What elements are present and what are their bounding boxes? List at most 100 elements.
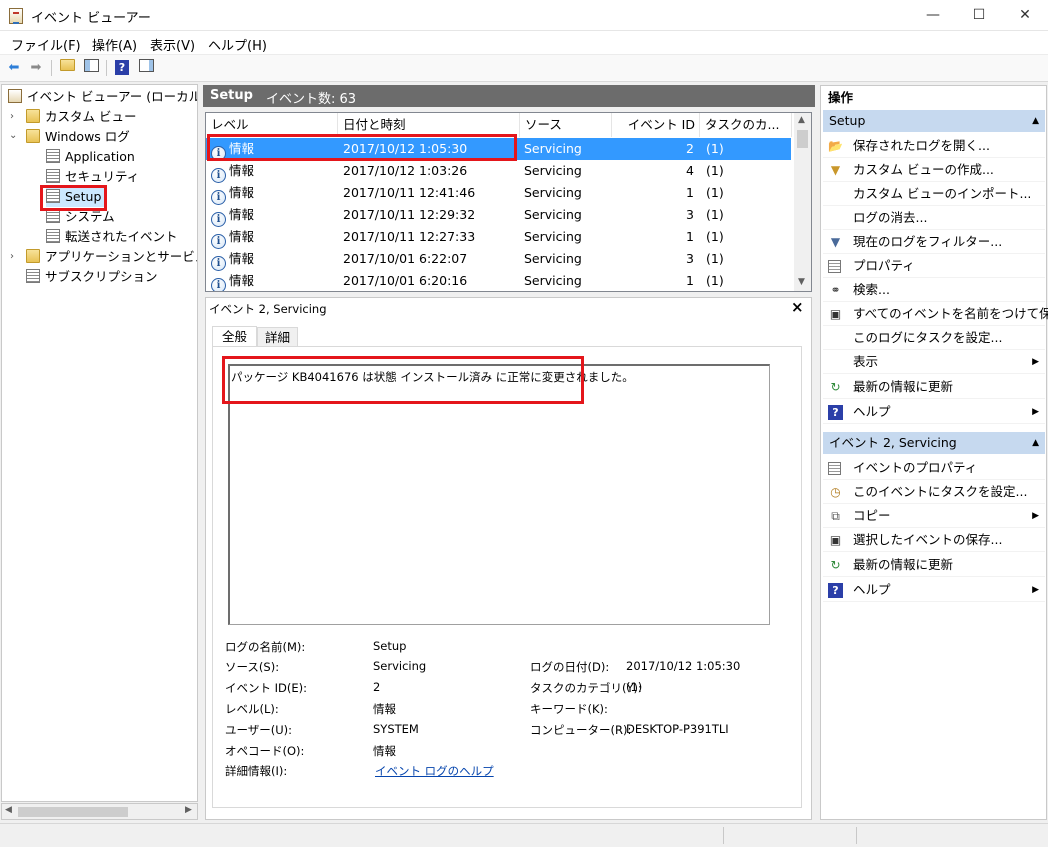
column-header-level[interactable]: レベル bbox=[206, 113, 338, 137]
scroll-right-icon[interactable]: ▶ bbox=[185, 805, 192, 815]
close-detail-icon[interactable]: × bbox=[791, 298, 804, 316]
detail-title: イベント 2, Servicing bbox=[209, 302, 327, 316]
event-row[interactable]: i 情報 2017/10/11 12:27:33 Servicing 1 (1) bbox=[206, 226, 791, 249]
collapse-chevron-icon[interactable]: ⌄ bbox=[9, 130, 17, 141]
action-find[interactable]: ⚭ 検索... bbox=[823, 278, 1045, 302]
minimize-button[interactable]: — bbox=[910, 0, 956, 31]
info-icon: i bbox=[211, 168, 226, 183]
tree-item-security[interactable]: セキュリティ bbox=[46, 167, 139, 187]
event-task: (1) bbox=[706, 163, 724, 178]
actions-section-setup[interactable]: Setup ▲ bbox=[823, 110, 1045, 132]
maximize-button[interactable]: ☐ bbox=[956, 0, 1002, 31]
action-open-saved-log[interactable]: 📂 保存されたログを開く... bbox=[823, 134, 1045, 158]
action-create-custom-view[interactable]: ▼ カスタム ビューの作成... bbox=[823, 158, 1045, 182]
action-import-custom-view[interactable]: カスタム ビューのインポート... bbox=[823, 182, 1045, 206]
value-event-id: 2 bbox=[373, 680, 381, 694]
event-source: Servicing bbox=[524, 141, 582, 156]
tree-item-custom-views[interactable]: カスタム ビュー bbox=[26, 107, 136, 127]
tree-item-system[interactable]: システム bbox=[46, 207, 115, 227]
toolbar: ⬅ ➡ ? bbox=[0, 55, 1048, 82]
submenu-arrow-icon: ▶ bbox=[1032, 357, 1039, 367]
event-id: 1 bbox=[686, 185, 694, 200]
action-view[interactable]: 表示 ▶ bbox=[823, 350, 1045, 374]
task-icon: ◷ bbox=[830, 485, 841, 499]
window-title: イベント ビューアー bbox=[31, 11, 151, 26]
collapse-section-icon[interactable]: ▲ bbox=[1032, 110, 1039, 132]
menu-action[interactable]: 操作(A) bbox=[92, 35, 137, 54]
event-row[interactable]: i 情報 2017/10/12 1:05:30 Servicing 2 (1) bbox=[206, 138, 791, 161]
event-datetime: 2017/10/12 1:03:26 bbox=[343, 163, 468, 178]
action-save-selected-events[interactable]: ▣ 選択したイベントの保存... bbox=[823, 528, 1045, 552]
tree-item-forwarded-events[interactable]: 転送されたイベント bbox=[46, 227, 178, 247]
actions-section-event[interactable]: イベント 2, Servicing ▲ bbox=[823, 432, 1045, 454]
event-row[interactable]: i 情報 2017/10/11 12:41:46 Servicing 1 (1) bbox=[206, 182, 791, 205]
event-message-box[interactable]: パッケージ KB4041676 は状態 インストール済み に正常に変更されました… bbox=[228, 364, 770, 625]
tree-item-setup[interactable]: Setup bbox=[46, 187, 106, 207]
action-refresh[interactable]: ↻ 最新の情報に更新 bbox=[823, 375, 1045, 399]
tree-item-event-viewer[interactable]: イベント ビューアー (ローカル) bbox=[8, 87, 197, 107]
action-attach-task-to-event[interactable]: ◷ このイベントにタスクを設定... bbox=[823, 480, 1045, 504]
event-row[interactable]: i 情報 2017/10/01 6:22:07 Servicing 3 (1) bbox=[206, 248, 791, 271]
menu-view[interactable]: 表示(V) bbox=[150, 35, 195, 54]
tab-general[interactable]: 全般 bbox=[212, 326, 257, 348]
scroll-down-icon[interactable]: ▼ bbox=[798, 277, 805, 287]
column-header-task-category[interactable]: タスクのカ... bbox=[700, 113, 792, 137]
label-user: ユーザー(U): bbox=[225, 723, 293, 737]
scroll-left-icon[interactable]: ◀ bbox=[5, 805, 12, 815]
action-event-properties[interactable]: イベントのプロパティ bbox=[823, 456, 1045, 480]
submenu-arrow-icon: ▶ bbox=[1032, 511, 1039, 521]
binoculars-icon: ⚭ bbox=[830, 283, 841, 297]
column-header-datetime[interactable]: 日付と時刻 bbox=[338, 113, 520, 137]
properties-icon bbox=[828, 260, 841, 273]
info-icon: i bbox=[211, 146, 226, 161]
action-copy[interactable]: ⧉ コピー ▶ bbox=[823, 504, 1045, 528]
column-header-event-id[interactable]: イベント ID bbox=[612, 113, 700, 137]
collapse-section-icon[interactable]: ▲ bbox=[1032, 432, 1039, 454]
show-hide-action-pane-icon[interactable] bbox=[137, 59, 155, 77]
action-refresh-event[interactable]: ↻ 最新の情報に更新 bbox=[823, 553, 1045, 577]
event-row[interactable]: i 情報 2017/10/11 12:29:32 Servicing 3 (1) bbox=[206, 204, 791, 227]
show-hide-tree-icon[interactable] bbox=[82, 59, 100, 77]
properties-icon bbox=[828, 462, 841, 475]
value-log-name: Setup bbox=[373, 639, 407, 653]
tree-item-subscriptions[interactable]: サブスクリプション bbox=[26, 267, 158, 287]
status-bar bbox=[0, 823, 1048, 847]
menu-help[interactable]: ヘルプ(H) bbox=[208, 35, 267, 54]
expand-chevron-icon[interactable]: › bbox=[10, 251, 14, 262]
info-icon: i bbox=[211, 190, 226, 205]
forward-arrow-icon[interactable]: ➡ bbox=[27, 59, 45, 77]
tree-item-apps-services-logs[interactable]: アプリケーションとサービス ログ bbox=[26, 247, 197, 267]
action-properties[interactable]: プロパティ bbox=[823, 254, 1045, 278]
action-attach-task-to-log[interactable]: このログにタスクを設定... bbox=[823, 326, 1045, 350]
event-row[interactable]: i 情報 2017/10/01 6:20:16 Servicing 1 (1) bbox=[206, 270, 791, 291]
event-message: パッケージ KB4041676 は状態 インストール済み に正常に変更されました… bbox=[231, 370, 634, 384]
expand-chevron-icon[interactable]: › bbox=[10, 111, 14, 122]
action-filter-current-log[interactable]: ▼ 現在のログをフィルター... bbox=[823, 230, 1045, 254]
event-task: (1) bbox=[706, 273, 724, 288]
scroll-up-icon[interactable]: ▲ bbox=[798, 115, 805, 125]
scroll-thumb[interactable] bbox=[18, 807, 128, 817]
action-help[interactable]: ? ヘルプ ▶ bbox=[823, 400, 1045, 424]
log-name: Setup bbox=[210, 88, 253, 103]
tab-details[interactable]: 詳細 bbox=[257, 327, 298, 348]
action-save-all-events-as[interactable]: ▣すべてのイベントを名前をつけて保存... bbox=[823, 302, 1048, 326]
log-icon bbox=[46, 209, 60, 223]
event-row[interactable]: i 情報 2017/10/12 1:03:26 Servicing 4 (1) bbox=[206, 160, 791, 183]
event-log-help-link[interactable]: イベント ログのヘルプ bbox=[375, 763, 494, 779]
menu-file[interactable]: ファイル(F) bbox=[11, 35, 81, 54]
scroll-thumb[interactable] bbox=[797, 130, 808, 148]
event-datetime: 2017/10/01 6:20:16 bbox=[343, 273, 468, 288]
event-list-scrollbar[interactable]: ▲ ▼ bbox=[794, 113, 811, 291]
tree-item-windows-logs[interactable]: Windows ログ bbox=[26, 127, 130, 147]
event-task: (1) bbox=[706, 251, 724, 266]
back-arrow-icon[interactable]: ⬅ bbox=[5, 59, 23, 77]
action-help-event[interactable]: ? ヘルプ ▶ bbox=[823, 578, 1045, 602]
tree-item-application[interactable]: Application bbox=[46, 147, 135, 167]
column-header-source[interactable]: ソース bbox=[520, 113, 612, 137]
action-clear-log[interactable]: ログの消去... bbox=[823, 206, 1045, 230]
tree-horizontal-scrollbar[interactable]: ◀ ▶ bbox=[1, 803, 198, 820]
folder-up-icon[interactable] bbox=[58, 59, 76, 77]
close-button[interactable]: ✕ bbox=[1002, 0, 1048, 31]
event-viewer-icon bbox=[8, 89, 22, 103]
help-icon[interactable]: ? bbox=[113, 59, 131, 77]
